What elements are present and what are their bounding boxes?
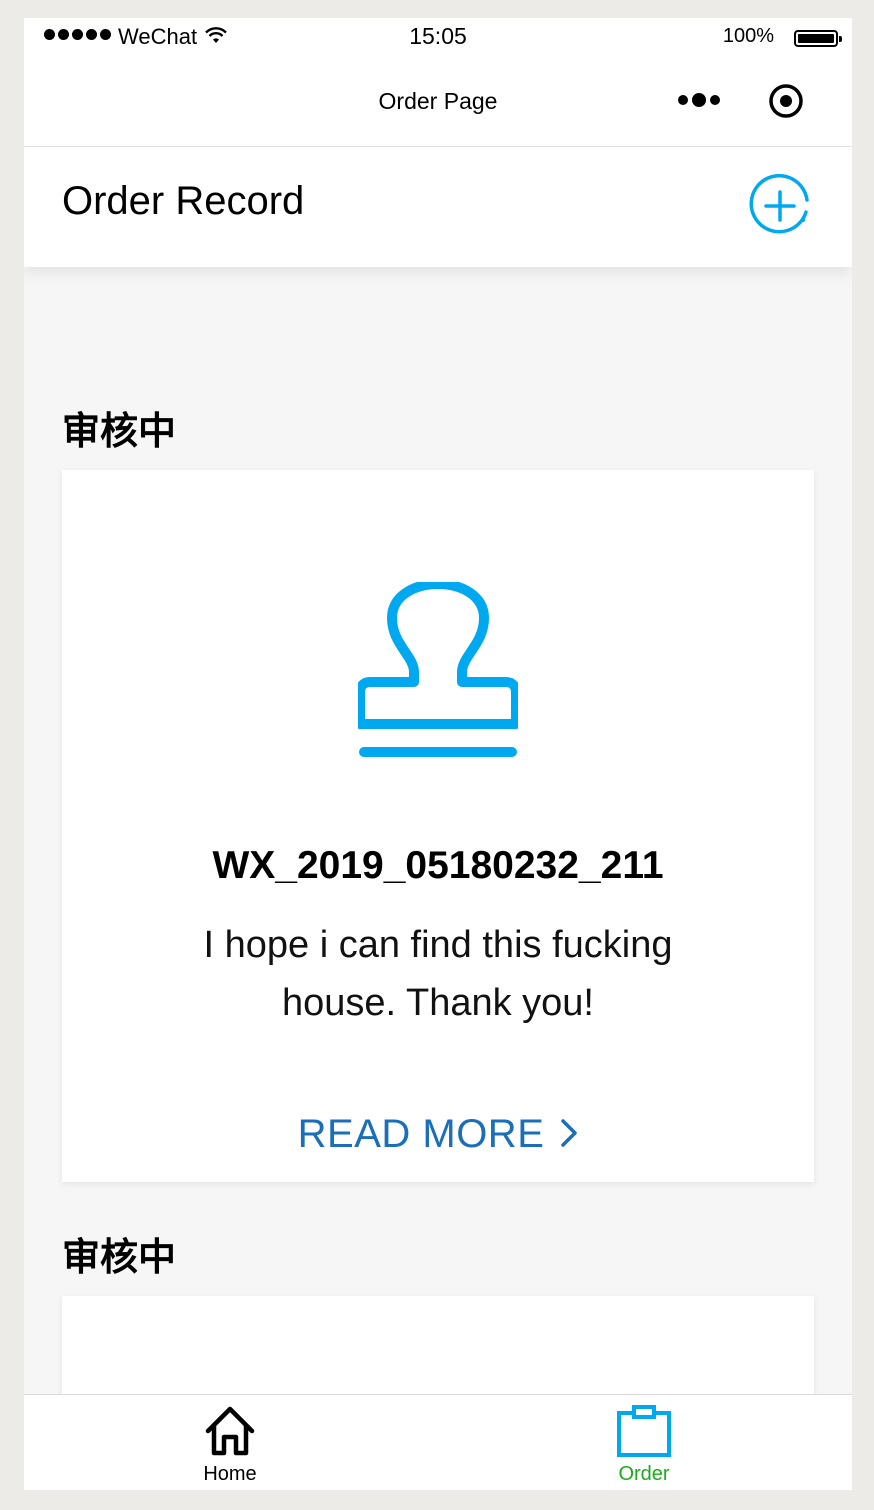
order-card[interactable]: WX_2019_05180232_211 I hope i can find t… — [62, 470, 814, 1182]
status-bar: WeChat 15:05 100% — [24, 18, 852, 58]
capsule-close-icon[interactable] — [768, 83, 804, 119]
home-icon — [205, 1406, 255, 1456]
phone-screen: WeChat 15:05 100% Order Page Order Recor… — [24, 18, 852, 1490]
battery-percent: 100% — [722, 25, 774, 47]
order-description: I hope i can find this fucking house. Th… — [203, 924, 673, 1024]
nav-bar: Order Page — [24, 58, 852, 147]
add-circle-icon[interactable] — [748, 174, 812, 238]
read-more-link[interactable]: READ MORE — [62, 1112, 814, 1157]
nav-title: Order Page — [378, 88, 498, 114]
clipboard-icon — [617, 1405, 671, 1457]
read-more-label: READ MORE — [297, 1112, 545, 1156]
tab-order-label: Order — [618, 1463, 670, 1485]
order-id: WX_2019_05180232_211 — [212, 844, 664, 887]
more-dots-icon[interactable] — [678, 93, 720, 107]
section-title-pending: 审核中 — [62, 409, 177, 453]
battery-icon — [794, 30, 842, 47]
tab-home[interactable]: Home — [140, 1395, 320, 1490]
tab-order[interactable]: Order — [554, 1395, 734, 1490]
tab-bar: Home Order — [24, 1394, 852, 1490]
tab-home-label: Home — [203, 1463, 257, 1485]
section-title-pending-2: 审核中 — [62, 1235, 177, 1279]
stamp-icon — [358, 582, 518, 757]
chevron-right-icon — [561, 1119, 578, 1148]
page-title: Order Record — [62, 179, 305, 223]
page-header: Order Record — [24, 147, 852, 267]
